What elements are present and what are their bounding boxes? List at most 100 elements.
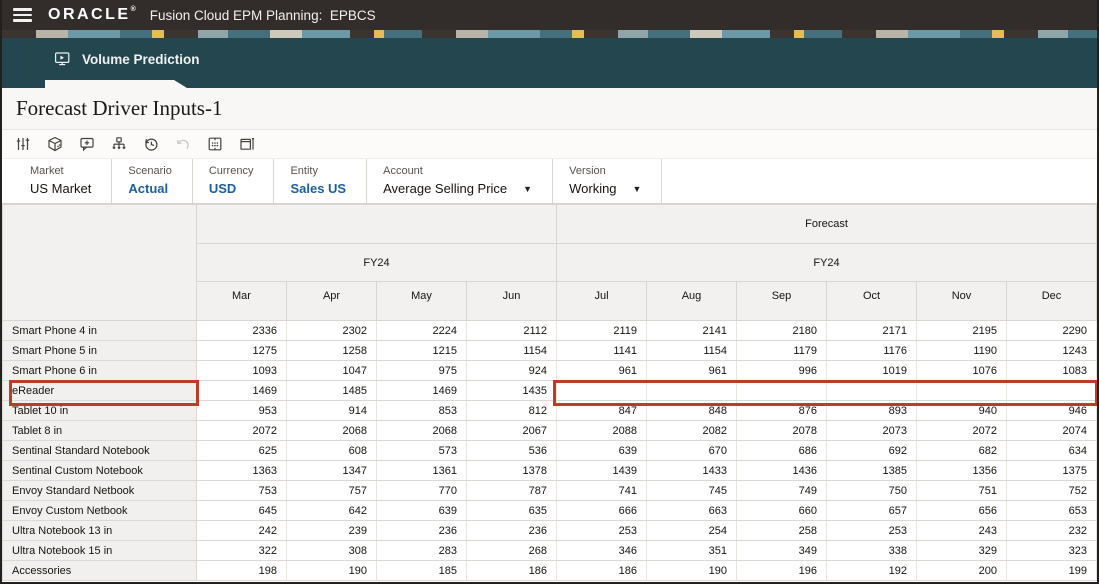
grid-cell[interactable]: 753 [196,480,287,501]
grid-cell[interactable]: 2073 [826,420,917,441]
grid-cell[interactable]: 1215 [376,340,467,361]
row-label-accessories[interactable]: Accessories [2,560,197,581]
row-label-smart-phone-5-in[interactable]: Smart Phone 5 in [2,340,197,361]
grid-cell[interactable]: 236 [466,520,557,541]
pov-item-scenario[interactable]: Scenario Actual [112,159,193,203]
grid-cell[interactable]: 196 [736,560,827,581]
grid-cell[interactable]: 253 [556,520,647,541]
pov-item-currency[interactable]: Currency USD [193,159,275,203]
row-label-smart-phone-6-in[interactable]: Smart Phone 6 in [2,360,197,381]
grid-icon[interactable] [207,136,223,152]
grid-cell[interactable]: 770 [376,480,467,501]
grid-cell[interactable]: 656 [916,500,1007,521]
history-icon[interactable] [143,136,159,152]
grid-cell[interactable]: 1047 [286,360,377,381]
month-header-oct[interactable]: Oct [826,281,917,321]
grid-cell[interactable]: 692 [826,440,917,461]
grid-cell[interactable]: 198 [196,560,287,581]
grid-cell[interactable]: 2112 [466,320,557,341]
grid-cell[interactable]: 787 [466,480,557,501]
hamburger-menu-icon[interactable] [13,8,32,22]
grid-cell[interactable]: 642 [286,500,377,521]
grid-cell[interactable]: 757 [286,480,377,501]
grid-cell[interactable]: 242 [196,520,287,541]
month-header-may[interactable]: May [376,281,467,321]
grid-cell[interactable]: 653 [1005,500,1097,521]
grid-cell[interactable]: 200 [916,560,1007,581]
tab-volume-prediction[interactable]: Volume Prediction [2,38,1097,67]
grid-cell[interactable]: 190 [646,560,737,581]
grid-cell[interactable]: 190 [286,560,377,581]
grid-cell[interactable]: 1385 [826,460,917,481]
grid-cell[interactable]: 893 [826,400,917,421]
grid-cell[interactable]: 812 [466,400,557,421]
month-header-jul[interactable]: Jul [556,281,647,321]
grid-cell[interactable] [556,380,647,401]
grid-cell[interactable]: 2088 [556,420,647,441]
grid-cell[interactable]: 1154 [466,340,557,361]
grid-cell[interactable]: 349 [736,540,827,561]
grid-cell[interactable]: 1258 [286,340,377,361]
grid-cell[interactable]: 1378 [466,460,557,481]
grid-cell[interactable] [826,380,917,401]
cube-icon[interactable] [47,136,63,152]
grid-cell[interactable]: 351 [646,540,737,561]
grid-cell[interactable]: 2082 [646,420,737,441]
grid-cell[interactable]: 752 [1005,480,1097,501]
grid-cell[interactable]: 847 [556,400,647,421]
grid-cell[interactable]: 239 [286,520,377,541]
row-label-sentinal-standard-notebook[interactable]: Sentinal Standard Notebook [2,440,197,461]
grid-cell[interactable]: 1019 [826,360,917,381]
month-header-jun[interactable]: Jun [466,281,557,321]
chevron-down-icon[interactable]: ▼ [633,184,642,194]
grid-cell[interactable]: 608 [286,440,377,461]
grid-cell[interactable]: 1154 [646,340,737,361]
grid-cell[interactable]: 186 [556,560,647,581]
row-label-ultra-notebook-15-in[interactable]: Ultra Notebook 15 in [2,540,197,561]
grid-cell[interactable]: 1141 [556,340,647,361]
grid-cell[interactable]: 1356 [916,460,1007,481]
pov-item-account[interactable]: Account Average Selling Price ▼ [367,159,554,203]
month-header-sep[interactable]: Sep [736,281,827,321]
pov-value[interactable]: Sales US [290,181,346,196]
comment-add-icon[interactable] [79,136,95,152]
grid-cell[interactable]: 848 [646,400,737,421]
grid-cell[interactable]: 666 [556,500,647,521]
grid-cell[interactable]: 236 [376,520,467,541]
row-label-ereader[interactable]: eReader [2,380,197,401]
grid-cell[interactable]: 961 [556,360,647,381]
grid-cell[interactable]: 1243 [1005,340,1097,361]
row-label-smart-phone-4-in[interactable]: Smart Phone 4 in [2,320,197,341]
grid-cell[interactable] [646,380,737,401]
row-label-ultra-notebook-13-in[interactable]: Ultra Notebook 13 in [2,520,197,541]
grid-cell[interactable]: 961 [646,360,737,381]
grid-cell[interactable]: 2074 [1005,420,1097,441]
grid-cell[interactable]: 1179 [736,340,827,361]
grid-cell[interactable]: 308 [286,540,377,561]
row-label-sentinal-custom-notebook[interactable]: Sentinal Custom Notebook [2,460,197,481]
hierarchy-icon[interactable] [111,136,127,152]
grid-cell[interactable]: 536 [466,440,557,461]
grid-cell[interactable]: 682 [916,440,1007,461]
grid-cell[interactable]: 192 [826,560,917,581]
header-fy24-right[interactable]: FY24 [555,243,1097,282]
grid-cell[interactable]: 2141 [646,320,737,341]
grid-cell[interactable]: 2068 [286,420,377,441]
grid-cell[interactable]: 322 [196,540,287,561]
grid-cell[interactable]: 1375 [1005,460,1097,481]
grid-cell[interactable]: 670 [646,440,737,461]
grid-cell[interactable]: 1190 [916,340,1007,361]
grid-cell[interactable]: 853 [376,400,467,421]
grid-cell[interactable]: 243 [916,520,1007,541]
grid-cell[interactable]: 946 [1005,400,1097,421]
grid-cell[interactable]: 639 [556,440,647,461]
pov-item-market[interactable]: Market US Market [30,159,113,203]
grid-cell[interactable]: 876 [736,400,827,421]
grid-cell[interactable]: 232 [1005,520,1097,541]
row-label-envoy-custom-netbook[interactable]: Envoy Custom Netbook [2,500,197,521]
grid-cell[interactable]: 953 [196,400,287,421]
grid-cell[interactable]: 1083 [1005,360,1097,381]
grid-cell[interactable]: 741 [556,480,647,501]
grid-cell[interactable]: 2302 [286,320,377,341]
pov-value[interactable]: Working ▼ [569,181,641,196]
